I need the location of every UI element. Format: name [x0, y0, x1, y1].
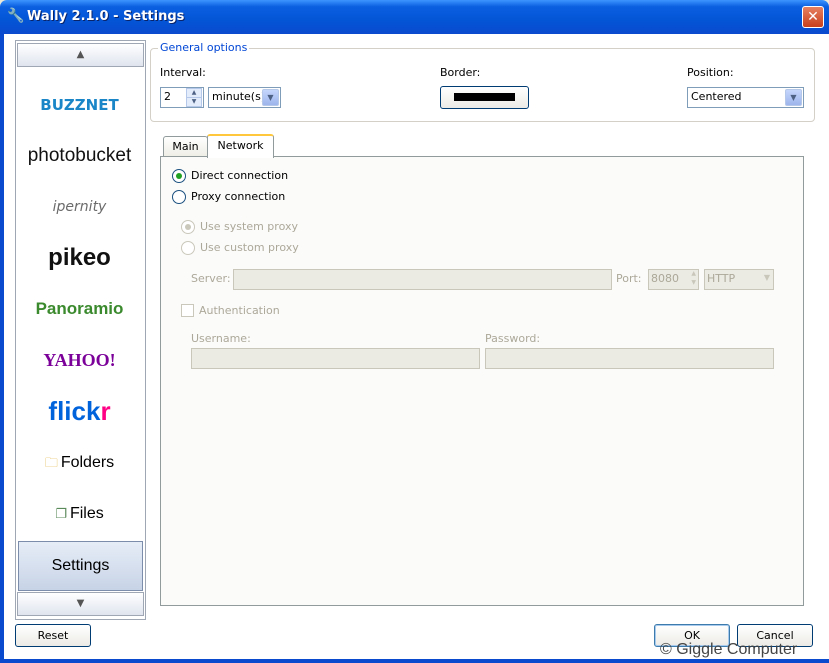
wrench-icon: 🔧 [7, 8, 25, 24]
general-options-legend: General options [158, 41, 250, 54]
watermark: © Giggle Computer [660, 641, 798, 658]
sidebar-item-flickr[interactable]: flickr [18, 387, 141, 435]
reset-button[interactable]: Reset [15, 624, 91, 647]
sidebar-item-label: Files [69, 505, 104, 522]
tab-label: Main [172, 140, 199, 153]
authentication-checkbox[interactable] [181, 304, 194, 317]
arrow-up-icon: ▲ [691, 270, 696, 277]
sidebar-item-label: Folders [60, 454, 115, 471]
sidebar-item-buzznet[interactable]: BUZZNET [18, 81, 141, 129]
border-label: Border: [440, 66, 481, 79]
arrow-up-icon: ▲ [76, 49, 85, 60]
sidebar-item-label: Settings [51, 557, 110, 574]
password-label: Password: [485, 332, 541, 345]
position-label: Position: [687, 66, 734, 79]
server-input[interactable] [233, 269, 612, 290]
direct-connection-label[interactable]: Direct connection [191, 169, 288, 182]
tab-label: Network [217, 139, 264, 152]
arrow-down-icon: ▼ [691, 279, 696, 286]
arrow-up-icon: ▲ [191, 89, 197, 96]
interval-unit-select[interactable]: minute(s) ▼ [208, 87, 281, 108]
ipernity-logo: ipernity [52, 199, 107, 215]
username-input[interactable] [191, 348, 480, 369]
stepper-down-button[interactable]: ▼ [186, 97, 202, 107]
interval-stepper[interactable]: 2 ▲ ▼ [160, 87, 204, 108]
use-system-proxy-label: Use system proxy [200, 220, 298, 233]
pikeo-logo: pikeo [48, 244, 111, 271]
service-sidebar: ▲ BUZZNET photobucket ipernity pikeo Pan… [15, 40, 146, 620]
border-color-swatch [454, 93, 515, 101]
sidebar-item-panoramio[interactable]: Panoramio [18, 285, 141, 333]
port-stepper[interactable]: 8080 ▲ ▼ [648, 269, 699, 290]
files-icon: ❐ [55, 507, 67, 522]
tab-network[interactable]: Network [207, 134, 274, 158]
port-label: Port: [616, 272, 642, 285]
protocol-value: HTTP [707, 272, 736, 285]
flickr-logo-text: flick [48, 396, 101, 426]
tab-main[interactable]: Main [163, 136, 208, 157]
interval-value: 2 [164, 90, 171, 103]
proxy-connection-label[interactable]: Proxy connection [191, 190, 285, 203]
chevron-down-icon: ▼ [763, 273, 770, 282]
server-label: Server: [191, 272, 231, 285]
use-custom-proxy-label: Use custom proxy [200, 241, 299, 254]
buzznet-logo: BUZZNET [40, 96, 119, 114]
border-color-button[interactable] [440, 86, 529, 109]
close-button[interactable]: ✕ [802, 6, 824, 28]
photobucket-logo: photobucket [27, 145, 132, 166]
chevron-down-icon[interactable]: ▼ [262, 89, 279, 106]
sidebar-item-yahoo[interactable]: YAHOO! [18, 336, 141, 384]
arrow-down-icon: ▼ [191, 98, 197, 105]
interval-unit-value: minute(s) [212, 90, 266, 103]
flickr-logo-accent: r [100, 396, 111, 426]
authentication-label: Authentication [199, 304, 280, 317]
proxy-connection-radio[interactable] [172, 190, 186, 204]
sidebar-scroll-down-button[interactable]: ▼ [17, 592, 144, 616]
settings-window: 🔧 Wally 2.1.0 - Settings ✕ ▲ BUZZNET pho… [0, 0, 829, 663]
window-title: Wally 2.1.0 - Settings [27, 9, 185, 24]
username-label: Username: [191, 332, 251, 345]
port-value: 8080 [651, 272, 679, 285]
flickr-logo: flickr [48, 396, 110, 426]
sidebar-item-ipernity[interactable]: ipernity [18, 183, 141, 231]
use-system-proxy-radio[interactable] [181, 220, 195, 234]
yahoo-logo: YAHOO! [43, 350, 116, 370]
password-input[interactable] [485, 348, 774, 369]
arrow-down-icon: ▼ [76, 598, 85, 609]
folder-icon: 🗀 [44, 456, 58, 471]
use-custom-proxy-radio[interactable] [181, 241, 195, 255]
sidebar-item-files[interactable]: ❐ Files [18, 490, 141, 538]
sidebar-item-photobucket[interactable]: photobucket [18, 132, 141, 180]
protocol-select[interactable]: HTTP ▼ [704, 269, 774, 290]
chevron-down-icon[interactable]: ▼ [785, 89, 802, 106]
sidebar-item-pikeo[interactable]: pikeo [18, 234, 141, 282]
sidebar-scroll-up-button[interactable]: ▲ [17, 43, 144, 67]
title-bar[interactable]: 🔧 Wally 2.1.0 - Settings ✕ [0, 0, 829, 34]
panoramio-logo: Panoramio [35, 299, 124, 318]
position-select[interactable]: Centered ▼ [687, 87, 804, 108]
position-value: Centered [691, 90, 742, 103]
direct-connection-radio[interactable] [172, 169, 186, 183]
sidebar-item-folders[interactable]: 🗀 Folders [18, 439, 141, 487]
interval-label: Interval: [160, 66, 206, 79]
general-options-group [150, 48, 815, 122]
sidebar-item-settings[interactable]: Settings [18, 541, 143, 591]
